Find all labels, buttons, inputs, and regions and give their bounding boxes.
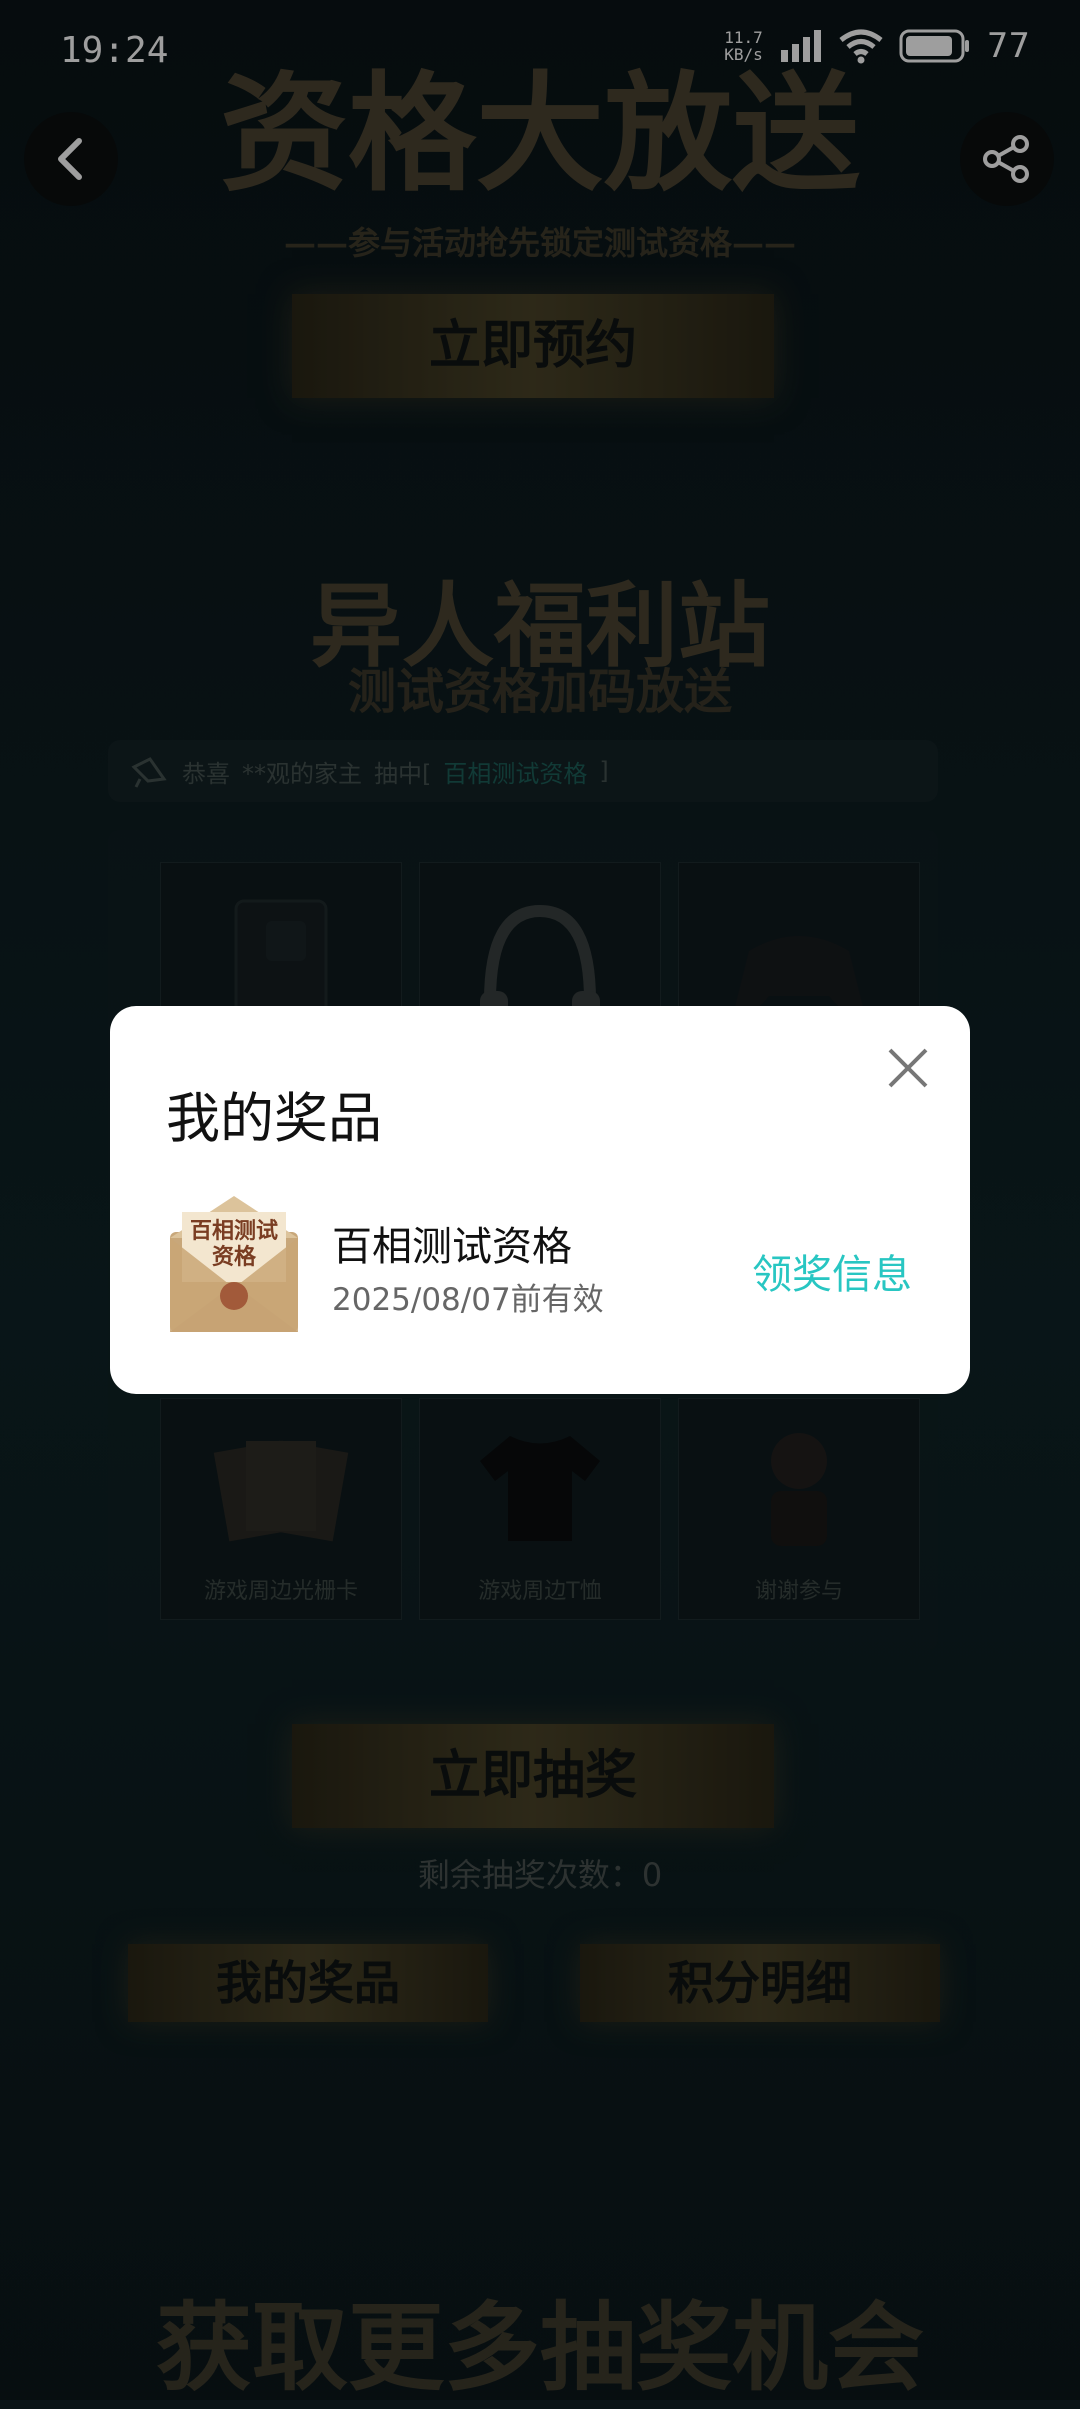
prize-name: 百相测试资格 <box>332 1224 572 1270</box>
close-button[interactable] <box>876 1036 940 1100</box>
modal-title: 我的奖品 <box>166 1087 382 1150</box>
claim-info-link[interactable]: 领奖信息 <box>752 1242 912 1300</box>
close-icon <box>888 1048 928 1088</box>
prize-envelope-image: 百相测试 资格 <box>166 1188 302 1338</box>
my-prizes-modal: 我的奖品 百相测试 资格 百相测试资格 2025/08/07前有效 领奖信息 <box>110 1006 970 1394</box>
prize-expiry: 2025/08/07前有效 <box>332 1282 604 1318</box>
